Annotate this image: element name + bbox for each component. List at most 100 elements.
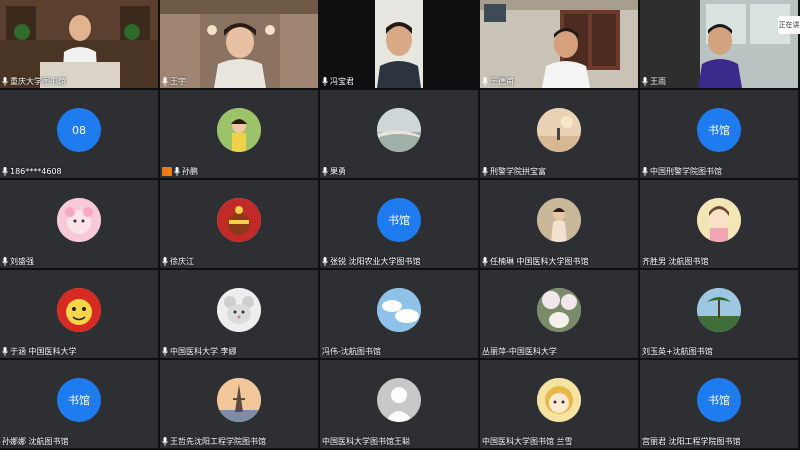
participant-tile[interactable]: 书馆 张锐 沈阳农业大学图书馆 [320, 180, 478, 268]
participant-name: 果勇 [330, 167, 346, 176]
participant-tile[interactable]: 书馆 孙娜娜 沈航图书馆 [0, 360, 158, 448]
avatar: 书馆 [377, 198, 421, 243]
participant-name: 中国医科大学图书馆王聪 [322, 437, 410, 446]
video-tile[interactable]: 王德甫 [480, 0, 638, 88]
participant-name: 186****4608 [10, 167, 62, 176]
participant-tile[interactable]: 刘盛强 [0, 180, 158, 268]
participant-label: 孙娜娜 沈航图书馆 [2, 436, 156, 447]
participant-name: 孙鹏 [182, 167, 198, 176]
participant-label: 齐胜男 沈航图书馆 [642, 256, 796, 267]
participant-label: 任楠琳 中国医科大学图书馆 [482, 256, 636, 267]
microphone-icon [162, 347, 168, 356]
participant-label: 丛丽萍-中国医科大学 [482, 346, 636, 357]
participant-label: 王宇 [162, 76, 316, 87]
participant-tile[interactable]: 任楠琳 中国医科大学图书馆 [480, 180, 638, 268]
microphone-icon [2, 257, 8, 266]
microphone-icon [2, 347, 8, 356]
speaking-indicator-button[interactable]: 正在讲 [778, 16, 800, 34]
participant-label: 186****4608 [2, 166, 156, 177]
participant-label: 重庆大学图书馆 [2, 76, 156, 87]
participant-tile[interactable]: 齐胜男 沈航图书馆 [640, 180, 798, 268]
participant-label: 冯伟-沈航图书馆 [322, 346, 476, 357]
avatar [377, 108, 421, 153]
participant-name: 齐胜男 沈航图书馆 [642, 257, 709, 266]
participant-name: 丛丽萍-中国医科大学 [482, 347, 557, 356]
video-tile[interactable]: 王宇 [160, 0, 318, 88]
participant-name: 重庆大学图书馆 [10, 77, 66, 86]
video-feed-image [160, 0, 318, 88]
participant-name: 中国刑警学院图书馆 [650, 167, 722, 176]
participant-name: 宫丽君 沈阳工程学院图书馆 [642, 437, 741, 446]
participant-name: 任楠琳 中国医科大学图书馆 [490, 257, 589, 266]
microphone-icon [162, 77, 168, 86]
participant-label: 于涵 中国医科大学 [2, 346, 156, 357]
participant-tile[interactable]: 中国医科大学图书馆王聪 [320, 360, 478, 448]
video-feed-image [0, 0, 158, 88]
avatar [217, 108, 261, 153]
avatar [377, 288, 421, 333]
avatar [537, 108, 581, 153]
participant-label: 宫丽君 沈阳工程学院图书馆 [642, 436, 796, 447]
participant-tile[interactable]: 果勇 [320, 90, 478, 178]
participant-tile[interactable]: 刑警学院拱宝富 [480, 90, 638, 178]
avatar [57, 198, 101, 243]
participant-tile[interactable]: 书馆 宫丽君 沈阳工程学院图书馆 [640, 360, 798, 448]
microphone-icon [322, 257, 328, 266]
participant-name: 中国医科大学 李娜 [170, 347, 237, 356]
participant-name: 王德甫 [490, 77, 514, 86]
participant-label: 刘玉英+沈航图书馆 [642, 346, 796, 357]
avatar [697, 288, 741, 333]
avatar: 08 [57, 108, 101, 153]
default-avatar-icon [377, 378, 421, 423]
participant-name: 王哲先沈阳工程学院图书馆 [170, 437, 266, 446]
participant-tile[interactable]: 徐庆江 [160, 180, 318, 268]
participant-tile[interactable]: 王哲先沈阳工程学院图书馆 [160, 360, 318, 448]
avatar [697, 198, 741, 243]
participant-label: 张锐 沈阳农业大学图书馆 [322, 256, 476, 267]
participant-name: 冯伟-沈航图书馆 [322, 347, 381, 356]
participant-name: 徐庆江 [170, 257, 194, 266]
video-feed-image [640, 0, 798, 88]
avatar [57, 288, 101, 333]
participant-label: 中国医科大学 李娜 [162, 346, 316, 357]
participant-label: 王德甫 [482, 76, 636, 87]
participant-label: 刑警学院拱宝富 [482, 166, 636, 177]
participant-label: 王哲先沈阳工程学院图书馆 [162, 436, 316, 447]
participant-tile[interactable]: 于涵 中国医科大学 [0, 270, 158, 358]
participant-label: 王雨 [642, 76, 796, 87]
participant-label: 中国医科大学图书馆王聪 [322, 436, 476, 447]
microphone-icon [162, 437, 168, 446]
video-feed-image [320, 0, 478, 88]
participant-name: 中国医科大学图书馆 兰雪 [482, 437, 573, 446]
microphone-icon [642, 77, 648, 86]
participant-tile[interactable]: 中国医科大学 李娜 [160, 270, 318, 358]
microphone-icon [2, 77, 8, 86]
video-tile[interactable]: 王雨 [640, 0, 798, 88]
participant-tile[interactable]: 孙鹏 [160, 90, 318, 178]
microphone-icon [174, 167, 180, 176]
participant-name: 刘盛强 [10, 257, 34, 266]
participant-tile[interactable]: 丛丽萍-中国医科大学 [480, 270, 638, 358]
video-tile[interactable]: 重庆大学图书馆 [0, 0, 158, 88]
microphone-icon [642, 167, 648, 176]
participant-label: 果勇 [322, 166, 476, 177]
host-badge-icon [162, 167, 172, 176]
participant-name: 孙娜娜 沈航图书馆 [2, 437, 69, 446]
participant-tile[interactable]: 冯伟-沈航图书馆 [320, 270, 478, 358]
participant-label: 孙鹏 [162, 166, 316, 177]
participant-name: 王宇 [170, 77, 186, 86]
microphone-icon [322, 167, 328, 176]
video-tile[interactable]: 冯宝君 [320, 0, 478, 88]
participant-tile[interactable]: 书馆 中国刑警学院图书馆 [640, 90, 798, 178]
avatar [217, 378, 261, 423]
avatar [217, 198, 261, 243]
participant-tile[interactable]: 08 186****4608 [0, 90, 158, 178]
participant-name: 张锐 沈阳农业大学图书馆 [330, 257, 421, 266]
video-feed-image [480, 0, 638, 88]
participant-name: 刑警学院拱宝富 [490, 167, 546, 176]
participant-tile[interactable]: 中国医科大学图书馆 兰雪 [480, 360, 638, 448]
microphone-icon [482, 257, 488, 266]
participant-name: 刘玉英+沈航图书馆 [642, 347, 713, 356]
participant-tile[interactable]: 刘玉英+沈航图书馆 [640, 270, 798, 358]
avatar [537, 378, 581, 423]
